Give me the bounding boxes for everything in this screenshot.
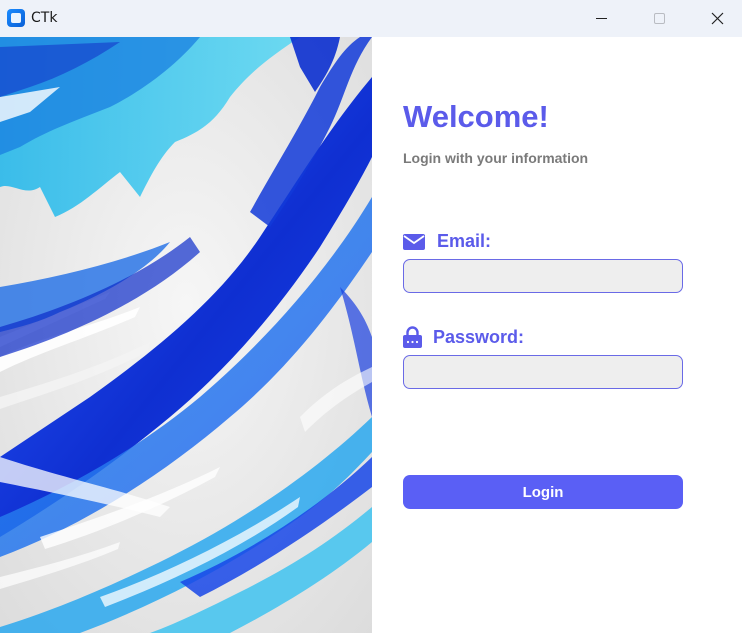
page-title: Welcome! [403, 99, 549, 134]
email-field[interactable] [403, 259, 683, 293]
app-icon [7, 9, 25, 27]
login-button[interactable]: Login [403, 475, 683, 509]
password-label: Password: [433, 326, 525, 347]
window-title: CTk [31, 10, 58, 26]
lock-icon [403, 326, 422, 348]
password-label-row: Password: [403, 326, 524, 348]
close-icon [711, 12, 723, 25]
envelope-icon [403, 233, 425, 250]
email-label: Email: [437, 231, 492, 251]
title-bar: CTk [0, 0, 742, 37]
email-label-row: Email: [403, 231, 491, 252]
login-subtitle: Login with your information [403, 150, 589, 166]
login-panel: Welcome! Login with your information Ema… [372, 37, 742, 633]
password-field[interactable] [403, 355, 683, 389]
minimize-icon [595, 18, 607, 19]
maximize-button[interactable] [630, 0, 688, 37]
maximize-icon [653, 13, 665, 24]
close-button[interactable] [688, 0, 742, 37]
minimize-button[interactable] [572, 0, 630, 37]
side-artwork-image [0, 37, 372, 633]
